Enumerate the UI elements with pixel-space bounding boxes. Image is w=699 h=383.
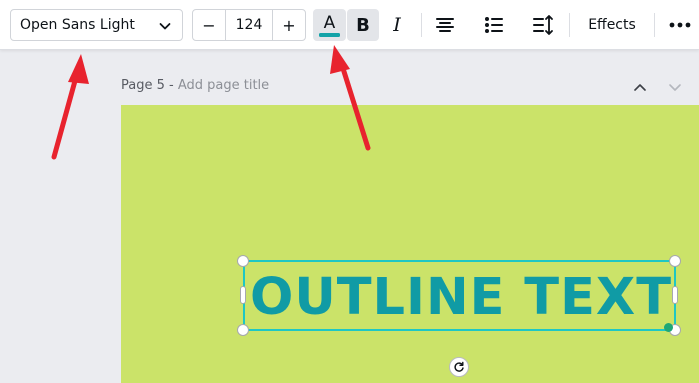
text-align-button[interactable] (428, 9, 462, 41)
italic-button[interactable]: I (381, 9, 413, 41)
design-page[interactable] (121, 105, 699, 383)
page-header: Page 5 - Add page title (121, 78, 269, 96)
font-size-input[interactable]: 124 (225, 10, 273, 40)
text-color-button[interactable]: A (313, 9, 346, 41)
font-family-value: Open Sans Light (20, 17, 135, 33)
toolbar-divider (654, 13, 655, 37)
effects-button[interactable]: Effects (579, 9, 645, 41)
resize-handle-right[interactable] (672, 286, 678, 304)
resize-handle-left[interactable] (240, 286, 246, 304)
spacing-button[interactable] (527, 9, 559, 41)
toolbar-divider (569, 13, 570, 37)
collaborator-dot (664, 323, 673, 332)
rotate-handle[interactable] (449, 357, 469, 377)
increase-font-size-button[interactable]: + (273, 10, 305, 40)
italic-icon: I (393, 14, 401, 36)
page-number: Page 5 - (121, 78, 174, 93)
chevron-down-icon (159, 23, 171, 30)
toolbar-divider (421, 13, 422, 37)
rotate-icon (454, 361, 464, 372)
page-title-input[interactable]: Add page title (178, 78, 269, 93)
list-button[interactable] (478, 9, 510, 41)
text-color-icon: A (319, 13, 340, 37)
text-color-letter: A (324, 13, 336, 33)
align-center-icon (436, 18, 454, 32)
bold-button[interactable]: B (347, 9, 379, 41)
chevron-down-icon[interactable] (667, 79, 683, 95)
decrease-font-size-button[interactable]: − (193, 10, 225, 40)
more-options-button[interactable] (664, 9, 696, 41)
bold-icon: B (356, 14, 370, 36)
resize-handle-top-right[interactable] (669, 255, 681, 267)
selected-text-element[interactable]: OUTLINE TEXT (247, 262, 675, 332)
text-toolbar: Open Sans Light − 124 + A B I Effects (0, 0, 699, 50)
red-arrow-icon (51, 54, 89, 160)
resize-handle-top-left[interactable] (237, 255, 249, 267)
bulleted-list-icon (485, 17, 503, 33)
chevron-up-icon[interactable] (632, 79, 648, 95)
more-horizontal-icon (669, 22, 691, 28)
font-size-stepper: − 124 + (192, 9, 306, 41)
line-spacing-icon (533, 15, 553, 35)
font-family-dropdown[interactable]: Open Sans Light (10, 9, 183, 41)
resize-handle-bottom-left[interactable] (237, 324, 249, 336)
